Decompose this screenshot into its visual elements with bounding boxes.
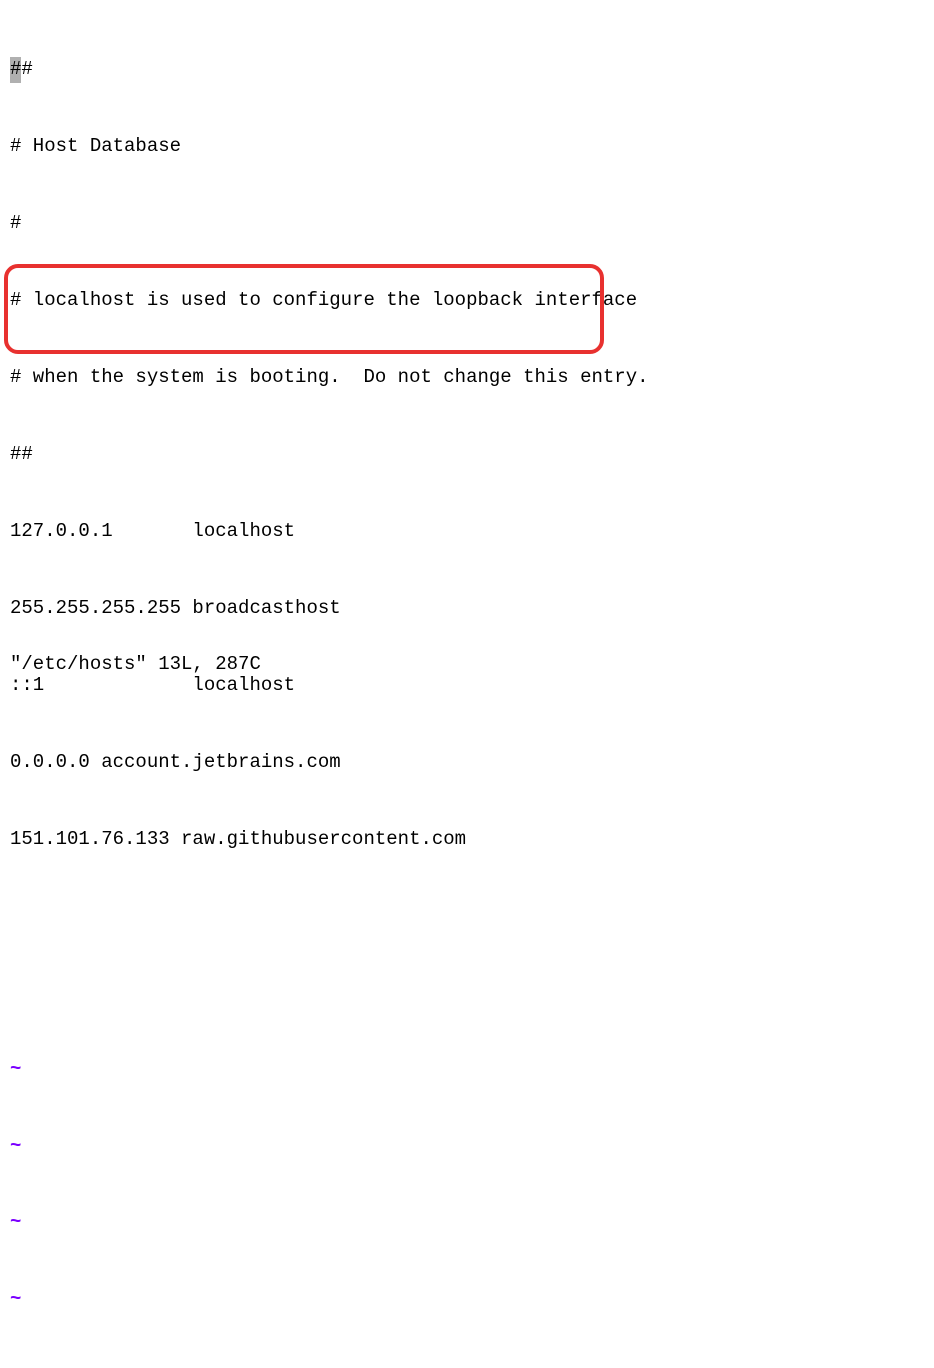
vim-tilde: ~ [10, 1134, 924, 1160]
file-text: # [21, 58, 32, 80]
vim-tilde: ~ [10, 1210, 924, 1236]
vim-tilde: ~ [10, 1057, 924, 1083]
vim-tilde: ~ [10, 1364, 924, 1368]
vim-tilde: ~ [10, 1287, 924, 1313]
file-line: 255.255.255.255 broadcasthost [10, 596, 924, 622]
file-line: 0.0.0.0 account.jetbrains.com [10, 750, 924, 776]
file-line: # when the system is booting. Do not cha… [10, 365, 924, 391]
file-line: # Host Database [10, 134, 924, 160]
file-line: # [10, 211, 924, 237]
terminal-editor[interactable]: ## # Host Database # # localhost is used… [10, 6, 924, 1368]
file-line: 127.0.0.1 localhost [10, 519, 924, 545]
empty-line [10, 980, 924, 1006]
file-line: 151.101.76.133 raw.githubusercontent.com [10, 827, 924, 853]
file-line: # localhost is used to configure the loo… [10, 288, 924, 314]
cursor: # [10, 57, 21, 83]
file-line [10, 903, 924, 928]
file-line: ## [10, 57, 924, 83]
vim-status-line: "/etc/hosts" 13L, 287C [10, 652, 261, 678]
file-line: ## [10, 442, 924, 468]
